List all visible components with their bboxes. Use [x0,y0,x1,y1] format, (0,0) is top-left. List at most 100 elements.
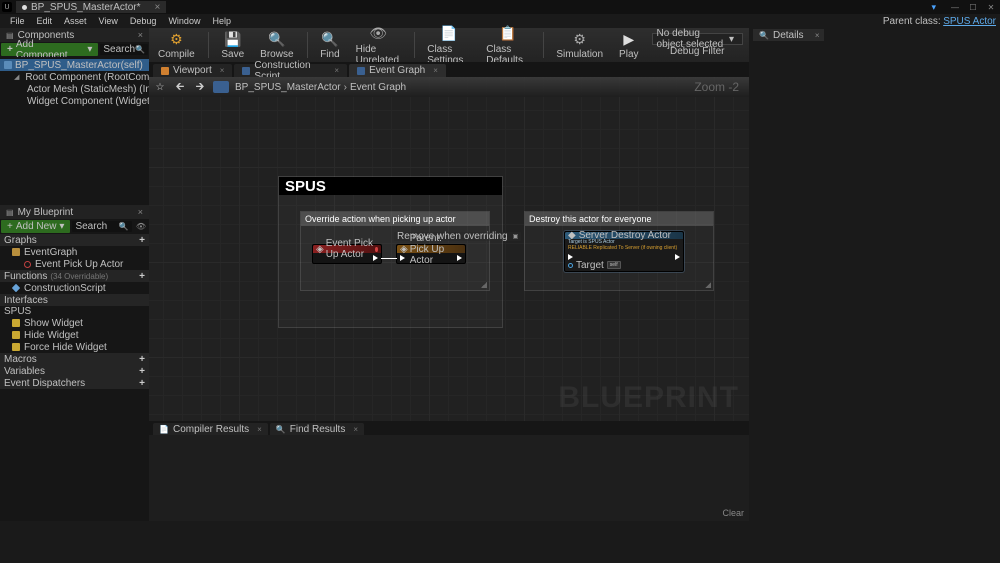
event-graph-item[interactable]: EventGraph [0,246,149,258]
asset-document-tab[interactable]: BP_SPUS_MasterActor* × [16,1,166,13]
component-widget-row[interactable]: Widget Component (Widget3D) (Inherited) [0,95,149,107]
close-tab-icon[interactable]: × [155,2,161,13]
tab-compiler-results[interactable]: 📄 Compiler Results × [153,423,268,435]
debug-object-select[interactable]: No debug object selected ▾ [652,33,743,45]
node-server-destroy[interactable]: ◆ Server Destroy Actor Target is SPUS Ac… [564,231,684,272]
add-dispatcher-button[interactable]: + [139,378,145,389]
find-button[interactable]: 🔍 Find [317,30,342,60]
window-minimize-button[interactable]: — [948,2,962,12]
add-macro-button[interactable]: + [139,354,145,365]
menu-debug[interactable]: Debug [124,16,163,26]
exec-out-pin[interactable] [675,254,680,260]
add-new-button[interactable]: + Add New ▾ [1,220,70,233]
add-variable-button[interactable]: + [139,366,145,377]
window-maximize-button[interactable]: ☐ [966,2,980,12]
node-parent-pickup[interactable]: ◈ Parent: Pick Up Actor [396,244,466,264]
add-function-button[interactable]: + [139,271,145,282]
class-defaults-button[interactable]: 📋 Class Defaults [483,25,532,66]
tab-find-results[interactable]: 🔍 Find Results × [270,423,364,435]
compile-button[interactable]: ⚙ Compile [155,30,198,60]
play-button[interactable]: ▶ Play [616,30,641,60]
add-graph-button[interactable]: + [139,235,145,246]
ue-logo-icon: U [2,2,12,12]
class-settings-button[interactable]: 📄 Class Settings [424,25,473,66]
resize-handle-icon[interactable] [481,282,487,288]
save-button[interactable]: 💾 Save [218,30,247,60]
tab-event-graph[interactable]: Event Graph × [349,64,446,77]
dirty-indicator-icon [22,5,27,10]
window-close-button[interactable]: ✕ [984,2,998,12]
my-blueprint-search-input[interactable]: Search 🔍 [72,221,131,232]
exec-in-pin[interactable] [568,254,573,260]
graphs-section-header[interactable]: Graphs + [0,234,149,246]
event-icon [24,261,31,268]
play-icon: ▶ [620,30,638,48]
target-pin[interactable] [568,263,573,268]
expand-icon[interactable]: ◢ [14,73,19,81]
my-blueprint-panel-tab[interactable]: ▤ My Blueprint × [0,205,149,219]
exec-out-pin[interactable] [373,255,378,261]
interface-show-widget[interactable]: Show Widget [0,317,149,329]
resize-handle-icon[interactable] [705,282,711,288]
add-component-button[interactable]: + Add Component ▾ [1,43,98,56]
tab-viewport[interactable]: Viewport × [153,64,232,77]
menu-help[interactable]: Help [206,16,237,26]
components-search-input[interactable]: Search 🔍 [100,44,148,55]
menu-view[interactable]: View [93,16,124,26]
event-pickup-item[interactable]: Event Pick Up Actor [0,258,149,270]
browse-button[interactable]: 🔍 Browse [257,30,296,60]
tab-construction-script[interactable]: Construction Script × [234,64,347,77]
graph-watermark: BLUEPRINT [558,381,739,415]
close-icon[interactable]: × [138,30,143,40]
menu-asset[interactable]: Asset [58,16,93,26]
component-mesh-row[interactable]: Actor Mesh (StaticMesh) (Inherited) [0,83,149,95]
plus-icon: + [7,44,13,55]
close-icon[interactable]: × [433,66,438,75]
menu-edit[interactable]: Edit [31,16,59,26]
interface-category[interactable]: SPUS [0,306,149,317]
asset-tab-label: BP_SPUS_MasterActor* [31,2,141,13]
show-inherited-icon[interactable]: 👁 [136,222,146,231]
exec-out-pin[interactable] [457,255,462,261]
component-root-row[interactable]: ◢ Root Component (RootComponent) (Inheri… [0,71,149,83]
exec-in-pin[interactable] [400,255,405,261]
favorite-icon[interactable]: ☆ [153,80,167,94]
menu-window[interactable]: Window [162,16,206,26]
interface-function-icon [12,343,20,351]
simulation-icon: ⚙ [571,30,589,48]
close-icon[interactable]: × [257,425,262,434]
dispatchers-section-header[interactable]: Event Dispatchers + [0,377,149,389]
hide-unrelated-button[interactable]: 👁 Hide Unrelated [353,25,404,66]
close-icon[interactable]: × [334,66,339,75]
simulation-button[interactable]: ⚙ Simulation [553,30,606,60]
close-icon[interactable]: × [138,207,143,217]
nav-back-button[interactable]: 🡰 [173,80,187,94]
nav-forward-button[interactable]: 🡲 [193,80,207,94]
clear-button[interactable]: Clear [722,508,744,518]
close-icon[interactable]: ▣ [513,233,519,240]
interface-function-icon [12,319,20,327]
interface-hide-widget[interactable]: Hide Widget [0,329,149,341]
interface-force-hide-widget[interactable]: Force Hide Widget [0,341,149,353]
component-self-row[interactable]: BP_SPUS_MasterActor(self) [0,59,149,71]
class-settings-icon: 📄 [440,25,458,43]
compiler-results-panel: Clear [149,435,749,521]
hide-unrelated-icon: 👁 [369,25,387,43]
node-event-pickup[interactable]: ◈ Event Pick Up Actor [312,244,382,264]
construction-script-item[interactable]: ConstructionScript [0,282,149,294]
close-icon[interactable]: × [815,31,820,40]
graph-breadcrumb: ☆ 🡰 🡲 BP_SPUS_MasterActor›Event Graph Zo… [149,77,749,97]
details-panel-tab[interactable]: 🔍 Details × [753,29,824,41]
parent-class-link[interactable]: SPUS Actor [943,16,996,27]
close-icon[interactable]: × [353,425,358,434]
self-value: self [607,261,621,269]
interfaces-section-header[interactable]: Interfaces [0,294,149,306]
menu-file[interactable]: File [4,16,31,26]
close-icon[interactable]: × [220,66,225,75]
event-graph-canvas[interactable]: ☆ 🡰 🡲 BP_SPUS_MasterActor›Event Graph Zo… [149,77,749,421]
notification-bell-icon[interactable]: ▾ [931,2,936,13]
variables-section-header[interactable]: Variables + [0,365,149,377]
functions-section-header[interactable]: Functions (34 Overridable) + [0,270,149,282]
macros-section-header[interactable]: Macros + [0,353,149,365]
breadcrumb-path[interactable]: BP_SPUS_MasterActor›Event Graph [235,81,406,93]
